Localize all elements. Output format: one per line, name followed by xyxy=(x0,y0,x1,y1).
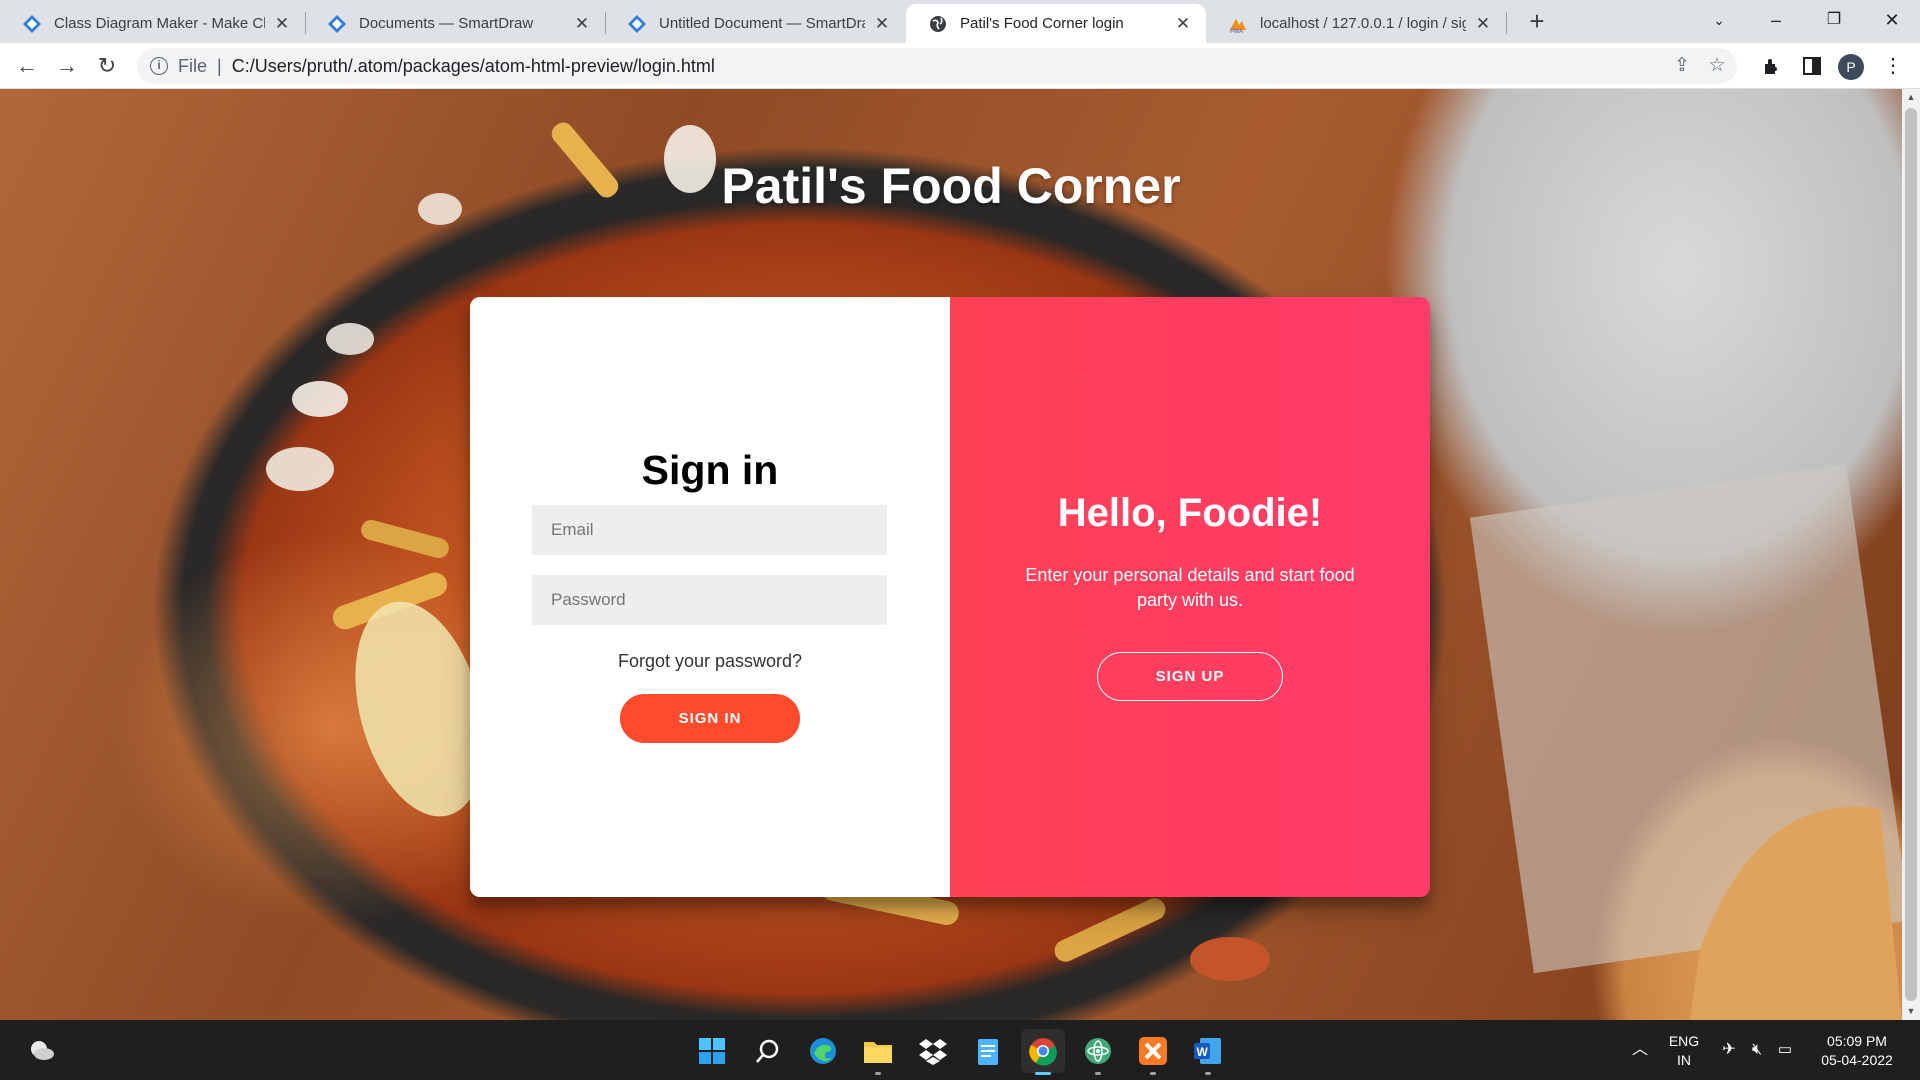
running-indicator xyxy=(1150,1072,1156,1075)
taskbar-atom[interactable] xyxy=(1076,1029,1120,1075)
clock-date: 05-04-2022 xyxy=(1821,1052,1893,1068)
back-button[interactable]: ← xyxy=(10,49,44,83)
running-indicator xyxy=(875,1072,881,1075)
forgot-password-link[interactable]: Forgot your password? xyxy=(470,651,950,672)
tab-title: Documents — SmartDraw xyxy=(359,15,534,32)
address-separator: | xyxy=(217,55,222,76)
chrome-icon xyxy=(1029,1038,1057,1066)
address-scheme: File xyxy=(178,55,208,76)
word-icon: W xyxy=(1194,1038,1221,1064)
overlay-text: Enter your personal details and start fo… xyxy=(1025,565,1355,610)
scroll-up-arrow-icon[interactable]: ▲ xyxy=(1902,89,1920,106)
smartdraw-icon xyxy=(628,14,646,33)
share-icon[interactable]: ⇪ xyxy=(1668,52,1696,80)
browser-toolbar: ← → ↻ i File | C:/Users/pruth/.atom/pack… xyxy=(0,43,1920,89)
overlay-heading: Hello, Foodie! xyxy=(1057,491,1323,535)
edge-icon xyxy=(810,1038,836,1064)
forward-button[interactable]: → xyxy=(50,49,84,83)
running-indicator xyxy=(1035,1072,1051,1075)
extensions-icon[interactable] xyxy=(1757,51,1787,81)
bookmark-star-icon[interactable]: ☆ xyxy=(1703,52,1731,80)
running-indicator xyxy=(1205,1072,1211,1075)
site-title: Patil's Food Corner xyxy=(721,158,1181,214)
signin-heading: Sign in xyxy=(641,447,779,493)
folder-icon xyxy=(864,1042,892,1063)
phpmyadmin-icon: PMA xyxy=(1230,18,1246,34)
tab-title: Class Diagram Maker - Make Class Diagram… xyxy=(54,15,265,32)
signup-button[interactable]: Sign Up xyxy=(1097,652,1283,701)
info-icon[interactable]: i xyxy=(150,57,168,75)
profile-avatar[interactable]: P xyxy=(1838,54,1864,80)
svg-text:W: W xyxy=(1197,1045,1209,1059)
close-icon[interactable]: ✕ xyxy=(873,14,891,34)
smartdraw-icon xyxy=(23,14,41,33)
volume-muted-icon[interactable]: 🔇︎ xyxy=(1744,1020,1770,1080)
menu-kebab-icon[interactable]: ⋮ xyxy=(1878,51,1908,81)
dropbox-icon xyxy=(919,1039,947,1065)
notepad-icon xyxy=(978,1039,998,1065)
language-code: ENG xyxy=(1668,1033,1700,1049)
taskbar-word[interactable]: W xyxy=(1186,1029,1230,1075)
taskbar-dropbox[interactable] xyxy=(911,1029,955,1073)
scroll-thumb[interactable] xyxy=(1905,108,1917,1001)
tab-phpmyadmin[interactable]: PMA localhost / 127.0.0.1 / login / sign… xyxy=(1206,4,1506,43)
tab-class-diagram[interactable]: Class Diagram Maker - Make Class Diagram… xyxy=(0,4,305,43)
taskbar-notepad[interactable] xyxy=(966,1029,1010,1073)
close-icon[interactable]: ✕ xyxy=(1474,14,1492,34)
minimize-button[interactable]: – xyxy=(1748,0,1804,43)
tab-divider xyxy=(1506,12,1507,34)
signin-form: Sign in Forgot your password? Sign In xyxy=(470,297,950,897)
tab-documents[interactable]: Documents — SmartDraw ✕ xyxy=(305,4,605,43)
close-icon[interactable]: ✕ xyxy=(573,14,591,34)
windows-taskbar: W ︿ ENG IN ✈ 🔇︎ ▭ 05:09 PM 05-04-2022 xyxy=(0,1020,1920,1080)
globe-icon xyxy=(930,15,946,32)
side-panel-icon[interactable] xyxy=(1797,51,1827,81)
start-button[interactable] xyxy=(690,1029,734,1073)
search-button[interactable] xyxy=(746,1029,790,1073)
signup-overlay-panel: Hello, Foodie! Enter your personal detai… xyxy=(950,297,1430,897)
tab-title: Patil's Food Corner login xyxy=(960,15,1124,32)
tab-login-page[interactable]: Patil's Food Corner login ✕ xyxy=(906,4,1206,43)
restore-button[interactable]: ❐ xyxy=(1806,0,1862,43)
taskbar-chrome[interactable] xyxy=(1021,1029,1065,1075)
show-hidden-icons-chevron-icon[interactable]: ︿ xyxy=(1622,1020,1658,1080)
email-field[interactable] xyxy=(532,505,887,555)
smartdraw-icon xyxy=(328,14,346,33)
tab-untitled-document[interactable]: Untitled Document — SmartDraw ✕ xyxy=(605,4,905,43)
address-bar[interactable]: i File | C:/Users/pruth/.atom/packages/a… xyxy=(137,48,1737,84)
clock-time: 05:09 PM xyxy=(1827,1033,1887,1049)
windows-start-icon xyxy=(699,1038,725,1064)
tab-title: localhost / 127.0.0.1 / login / signup xyxy=(1260,15,1466,32)
tab-title: Untitled Document — SmartDraw xyxy=(659,15,865,32)
password-field[interactable] xyxy=(532,575,887,625)
reload-button[interactable]: ↻ xyxy=(90,49,124,83)
tab-strip: Class Diagram Maker - Make Class Diagram… xyxy=(0,0,1920,43)
svg-text:PMA: PMA xyxy=(1230,29,1244,34)
page-viewport: Patil's Food Corner Sign in Forgot your … xyxy=(0,89,1902,1020)
taskbar-edge[interactable] xyxy=(801,1029,845,1073)
atom-icon xyxy=(1085,1038,1111,1064)
region-code: IN xyxy=(1677,1052,1691,1068)
address-url: C:/Users/pruth/.atom/packages/atom-html-… xyxy=(231,55,715,76)
scroll-down-arrow-icon[interactable]: ▼ xyxy=(1902,1003,1920,1020)
clock[interactable]: 05:09 PM 05-04-2022 xyxy=(1804,1020,1910,1080)
taskbar-file-explorer[interactable] xyxy=(856,1029,900,1075)
close-icon[interactable]: ✕ xyxy=(1174,14,1192,34)
taskbar-xampp[interactable] xyxy=(1131,1029,1175,1075)
login-card: Sign in Forgot your password? Sign In He… xyxy=(470,297,1430,897)
close-window-button[interactable]: ✕ xyxy=(1864,0,1920,43)
close-icon[interactable]: ✕ xyxy=(273,14,291,34)
weather-widget-icon[interactable] xyxy=(28,1038,56,1062)
airplane-mode-icon[interactable]: ✈ xyxy=(1716,1020,1742,1080)
signin-button[interactable]: Sign In xyxy=(620,694,800,743)
language-indicator[interactable]: ENG IN xyxy=(1664,1020,1704,1080)
running-indicator xyxy=(1095,1072,1101,1075)
tab-search-icon[interactable]: ⌄ xyxy=(1691,0,1747,43)
search-icon xyxy=(756,1039,779,1063)
vertical-scrollbar[interactable]: ▲ ▼ xyxy=(1902,89,1920,1020)
xampp-icon xyxy=(1139,1037,1167,1065)
battery-icon[interactable]: ▭ xyxy=(1772,1020,1798,1080)
new-tab-button[interactable]: + xyxy=(1521,5,1553,37)
